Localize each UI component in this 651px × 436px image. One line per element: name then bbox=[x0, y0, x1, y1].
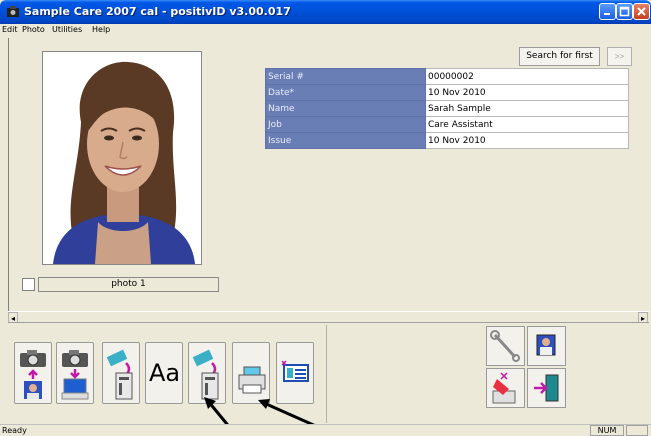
field-label: Date* bbox=[265, 84, 426, 101]
field-value[interactable]: 10 Nov 2010 bbox=[425, 84, 629, 101]
edit-card-icon bbox=[106, 349, 133, 400]
photo-label: photo 1 bbox=[38, 277, 219, 292]
card-layout-icon bbox=[281, 360, 309, 382]
field-label: Issue bbox=[265, 132, 426, 149]
minimize-button[interactable] bbox=[599, 3, 616, 20]
field-label: Name bbox=[265, 100, 426, 117]
settings-button[interactable] bbox=[486, 326, 525, 366]
font-icon: Aa bbox=[149, 359, 181, 387]
field-label: Serial # bbox=[265, 68, 426, 85]
exit-door-icon bbox=[534, 374, 559, 402]
close-button[interactable] bbox=[633, 3, 650, 20]
user-button[interactable] bbox=[527, 326, 566, 366]
settings-wrench-icon bbox=[490, 330, 520, 362]
search-for-first-button[interactable]: Search for first bbox=[519, 47, 600, 66]
eraser-icon bbox=[492, 372, 516, 404]
table-row: Name Sarah Sample bbox=[265, 100, 629, 117]
field-value[interactable]: 00000002 bbox=[425, 68, 629, 85]
num-lock-indicator: NUM bbox=[590, 425, 624, 436]
font-button[interactable]: Aa bbox=[145, 342, 183, 404]
table-row: Issue 10 Nov 2010 bbox=[265, 132, 629, 149]
field-value[interactable]: Care Assistant bbox=[425, 116, 629, 133]
maximize-button[interactable] bbox=[616, 3, 633, 20]
photo-checkbox[interactable] bbox=[22, 278, 35, 291]
maximize-icon bbox=[619, 6, 630, 17]
camera-to-photo-button[interactable] bbox=[14, 342, 52, 404]
next-record-button[interactable]: >> bbox=[607, 47, 632, 66]
menu-help[interactable]: Help bbox=[92, 25, 110, 34]
table-row: Job Care Assistant bbox=[265, 116, 629, 133]
menu-bar: Edit Photo Utilities Help bbox=[0, 24, 651, 38]
menu-edit[interactable]: Edit bbox=[2, 25, 18, 34]
printer-icon bbox=[238, 366, 266, 394]
close-icon bbox=[637, 7, 646, 16]
table-row: Date* 10 Nov 2010 bbox=[265, 84, 629, 101]
edit-card-button[interactable] bbox=[102, 342, 140, 404]
camera-to-computer-button[interactable] bbox=[56, 342, 94, 404]
exit-button[interactable] bbox=[527, 368, 566, 408]
status-bar: Ready NUM bbox=[0, 424, 651, 436]
status-panel bbox=[626, 425, 648, 436]
field-label: Job bbox=[265, 116, 426, 133]
table-row: Serial # 00000002 bbox=[265, 68, 629, 85]
app-window: Sample Care 2007 cal - positivID v3.00.0… bbox=[0, 0, 651, 436]
minimize-icon bbox=[604, 13, 610, 15]
menu-photo[interactable]: Photo bbox=[22, 25, 45, 34]
camera-to-photo-icon bbox=[20, 350, 46, 399]
user-icon bbox=[536, 334, 556, 356]
print-card-icon bbox=[192, 349, 219, 400]
record-grid: Serial # 00000002 Date* 10 Nov 2010 Name… bbox=[265, 68, 629, 149]
portrait-image bbox=[43, 52, 201, 264]
field-value[interactable]: Sarah Sample bbox=[425, 100, 629, 117]
title-bar[interactable]: Sample Care 2007 cal - positivID v3.00.0… bbox=[0, 0, 651, 24]
app-icon bbox=[7, 6, 19, 17]
window-title: Sample Care 2007 cal - positivID v3.00.0… bbox=[24, 5, 291, 18]
portrait-photo[interactable] bbox=[42, 51, 202, 265]
status-text: Ready bbox=[2, 426, 27, 435]
menu-utilities[interactable]: Utilities bbox=[52, 25, 82, 34]
eraser-button[interactable] bbox=[486, 368, 525, 408]
camera-to-computer-icon bbox=[61, 350, 89, 400]
field-value[interactable]: 10 Nov 2010 bbox=[425, 132, 629, 149]
